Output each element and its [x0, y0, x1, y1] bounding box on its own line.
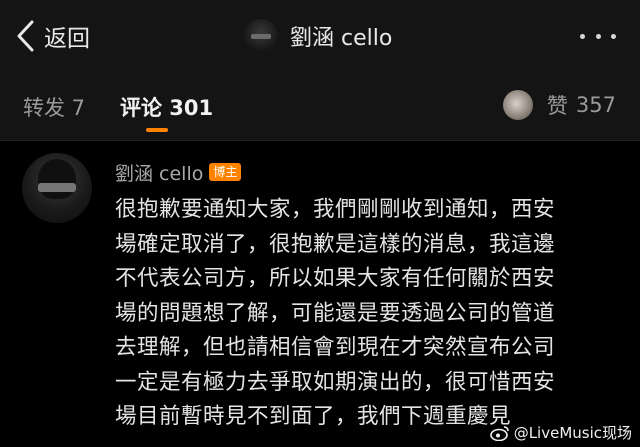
more-options-icon[interactable] [580, 26, 616, 46]
comment-item: 劉涵 cello 博主 很抱歉要通知大家，我們剛剛收到通知，西安 場確定取消了，… [0, 141, 640, 447]
back-button[interactable]: 返回 [14, 18, 90, 54]
tab-repost[interactable]: 转发 7 [23, 92, 85, 122]
comment-line: 不代表公司方，所以如果大家有任何關於西安 [115, 266, 556, 291]
comment-author-row: 劉涵 cello 博主 [115, 159, 242, 186]
avatar[interactable] [244, 19, 278, 53]
like-count: 357 [575, 93, 616, 117]
back-label: 返回 [44, 26, 90, 52]
weibo-logo-icon [489, 425, 509, 441]
author-badge: 博主 [209, 163, 242, 181]
tab-comment[interactable]: 评论 301 [120, 92, 213, 122]
top-nav-bar: 返回 劉涵 cello [0, 0, 640, 72]
watermark: @LiveMusic现场 [489, 422, 632, 443]
tab-bar: 转发 7 评论 301 赞 357 [0, 72, 640, 140]
active-tab-indicator [146, 128, 168, 132]
comment-line: 一定是有極力去爭取如期演出的，很可惜西安 [115, 369, 556, 395]
page-title: 劉涵 cello [290, 26, 393, 51]
nav-profile[interactable]: 劉涵 cello [244, 17, 392, 55]
comment-line: 去理解，但也請相信會到現在才突然宣布公司 [115, 335, 556, 360]
commenter-avatar[interactable] [22, 153, 92, 223]
liker-avatar [502, 90, 533, 120]
comment-line: 場的問題想了解，可能還是要透過公司的管道 [115, 300, 556, 326]
comment-line: 很抱歉要通知大家，我們剛剛收到通知，西安 [115, 197, 556, 222]
comment-author[interactable]: 劉涵 cello [115, 159, 203, 186]
comment-line: 場確定取消了，很抱歉是這樣的消息，我這邊 [115, 231, 556, 257]
tab-likes[interactable]: 赞 357 [502, 88, 616, 122]
comment-text: 很抱歉要通知大家，我們剛剛收到通知，西安 場確定取消了，很抱歉是這樣的消息，我這… [115, 193, 620, 435]
like-label: 赞 [546, 94, 568, 118]
watermark-text: @LiveMusic现场 [513, 424, 632, 442]
chevron-left-icon [17, 20, 34, 52]
